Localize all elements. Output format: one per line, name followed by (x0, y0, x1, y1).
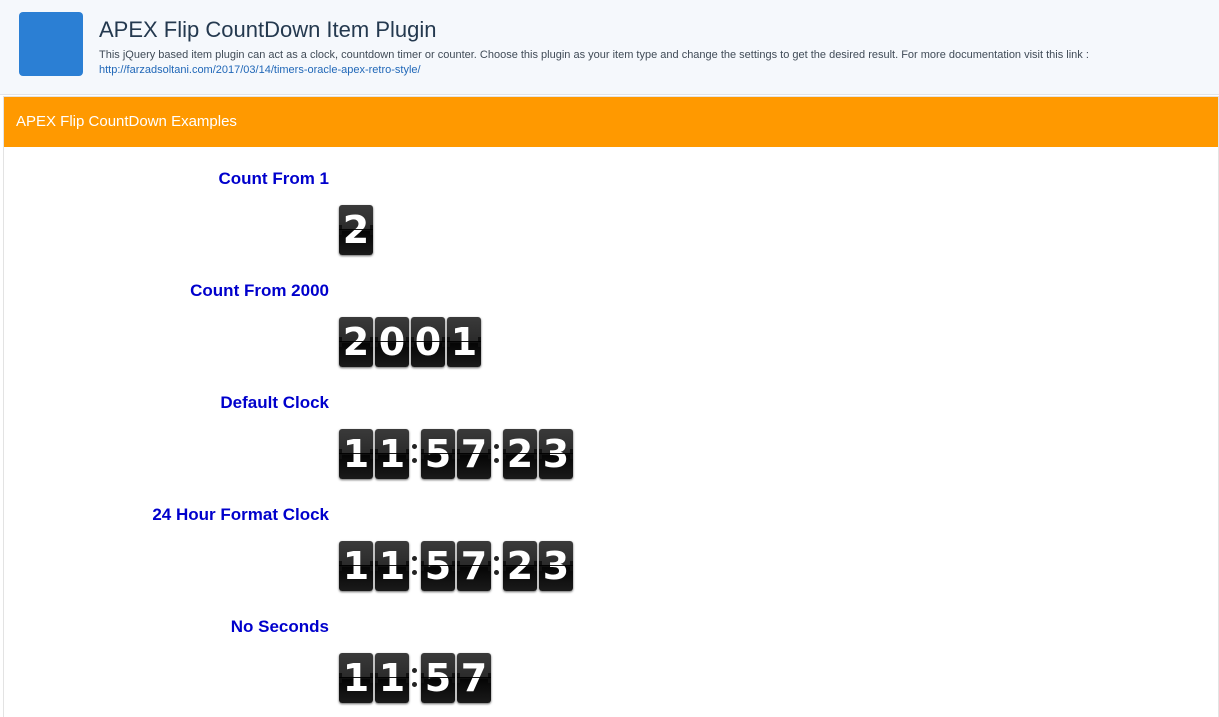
flip-digit: 0 (411, 317, 445, 367)
flip-digit: 7 (457, 429, 491, 479)
flip-digit: 2 (503, 429, 537, 479)
flip-separator (411, 541, 419, 591)
flip-digit: 1 (375, 429, 409, 479)
flip-separator (493, 541, 501, 591)
flip-digit: 5 (421, 541, 455, 591)
flip-clock-24-hour: 115723 (339, 541, 575, 593)
region-title: APEX Flip CountDown Examples (16, 113, 237, 130)
flip-digit: 1 (375, 541, 409, 591)
flip-digit: 0 (375, 317, 409, 367)
flip-digit: 7 (457, 653, 491, 703)
flip-digit: 1 (339, 429, 373, 479)
flip-digit: 1 (339, 541, 373, 591)
flip-digit: 7 (457, 541, 491, 591)
item-label-count-from-1: Count From 1 (218, 169, 330, 188)
flip-counter-count-from-2000: 2001 (339, 317, 483, 369)
flip-digit: 2 (503, 541, 537, 591)
page-description: This jQuery based item plugin can act as… (99, 48, 1209, 78)
flip-separator (411, 429, 419, 479)
description-text: This jQuery based item plugin can act as… (99, 49, 1089, 61)
flip-clock-no-seconds: 1157 (339, 653, 493, 705)
flip-digit: 3 (539, 429, 573, 479)
flip-separator (493, 429, 501, 479)
page-title: APEX Flip CountDown Item Plugin (99, 17, 437, 42)
flip-digit: 3 (539, 541, 573, 591)
flip-digit: 2 (339, 205, 373, 255)
flip-digit: 1 (339, 653, 373, 703)
flip-digit: 1 (375, 653, 409, 703)
flip-digit: 5 (421, 653, 455, 703)
item-label-default-clock: Default Clock (220, 393, 329, 412)
flip-separator (411, 653, 419, 703)
flip-digit: 2 (339, 317, 373, 367)
item-label-count-from-2000: Count From 2000 (190, 281, 329, 300)
item-label-24-hour-clock: 24 Hour Format Clock (152, 505, 329, 524)
page-header: APEX Flip CountDown Item Plugin This jQu… (0, 0, 1219, 95)
flip-counter-count-from-1: 2 (339, 205, 375, 257)
examples-region: APEX Flip CountDown Examples (3, 96, 1219, 717)
documentation-link[interactable]: http://farzadsoltani.com/2017/03/14/time… (99, 63, 1209, 78)
app-icon (19, 12, 83, 76)
flip-digit: 5 (421, 429, 455, 479)
flip-clock-default: 115723 (339, 429, 575, 481)
flip-digit: 1 (447, 317, 481, 367)
item-label-no-seconds: No Seconds (230, 617, 329, 636)
region-header: APEX Flip CountDown Examples (4, 97, 1218, 147)
